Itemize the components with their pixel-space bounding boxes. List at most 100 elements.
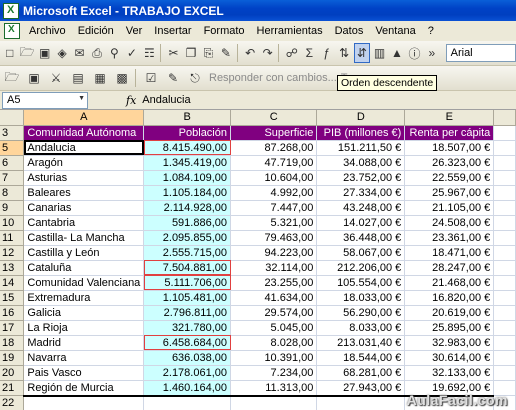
cell-comunidad[interactable]: Asturias: [23, 170, 145, 186]
cell-renta[interactable]: 21.105,00 €: [404, 200, 495, 216]
empty-cell[interactable]: [493, 275, 516, 291]
cell-superficie[interactable]: 94.223,00: [230, 245, 318, 261]
cell-superficie[interactable]: 5.045,00: [230, 320, 318, 336]
new-document-icon[interactable]: □: [2, 43, 17, 63]
function-icon[interactable]: fx: [126, 94, 136, 107]
column-header-a[interactable]: A: [23, 110, 145, 126]
share-icon[interactable]: ⎋: [185, 68, 205, 88]
header-cell-comunidad[interactable]: Comunidad Autónoma: [23, 125, 145, 141]
cell-renta[interactable]: 18.471,00 €: [404, 245, 495, 261]
cell-comunidad[interactable]: Pais Vasco: [23, 365, 145, 381]
cell-superficie[interactable]: 87.268,00: [230, 140, 318, 156]
drawing-icon[interactable]: ▲: [389, 43, 404, 63]
save-icon[interactable]: ▣: [37, 43, 52, 63]
cell-superficie[interactable]: 47.719,00: [230, 155, 318, 171]
empty-cell[interactable]: [493, 320, 516, 336]
menu-ayuda[interactable]: ?: [422, 25, 440, 37]
cell-renta[interactable]: 25.895,00 €: [404, 320, 495, 336]
sort-ascending-icon[interactable]: ⇅: [336, 43, 351, 63]
empty-cell[interactable]: [493, 335, 516, 351]
cell-pib[interactable]: 151.211,50 €: [316, 140, 406, 156]
cell-superficie[interactable]: 29.574,00: [230, 305, 318, 321]
cell-renta[interactable]: 26.323,00 €: [404, 155, 495, 171]
empty-cell[interactable]: [493, 260, 516, 276]
font-name-select[interactable]: Arial: [445, 44, 516, 62]
empty-cell[interactable]: [493, 230, 516, 246]
page-icon[interactable]: ▤: [68, 68, 88, 88]
empty-cell[interactable]: [493, 200, 516, 216]
menu-archivo[interactable]: Archivo: [23, 25, 72, 37]
chart-wizard-icon[interactable]: ▥: [372, 43, 387, 63]
cell-comunidad[interactable]: Madrid: [23, 335, 145, 351]
cell-poblacion[interactable]: 7.504.881,00: [143, 260, 231, 276]
cell-superficie[interactable]: 7.234,00: [230, 365, 318, 381]
cell-poblacion[interactable]: 2.178.061,00: [143, 365, 231, 381]
cell-poblacion[interactable]: [143, 395, 231, 410]
cell-superficie[interactable]: [230, 395, 318, 410]
cell-superficie[interactable]: 10.604,00: [230, 170, 318, 186]
cell-poblacion[interactable]: 636.038,00: [143, 350, 231, 366]
cell-poblacion[interactable]: 591.886,00: [143, 215, 231, 231]
cut-icon[interactable]: ✂: [166, 43, 181, 63]
cell-superficie[interactable]: 32.114,00: [230, 260, 318, 276]
empty-cell[interactable]: [493, 350, 516, 366]
row-header[interactable]: 21: [0, 380, 25, 396]
cell-poblacion[interactable]: 1.105.184,00: [143, 185, 231, 201]
name-box[interactable]: A5: [2, 91, 88, 109]
cell-superficie[interactable]: 11.313,00: [230, 380, 318, 397]
row-header[interactable]: 22: [0, 395, 25, 410]
empty-cell[interactable]: [493, 140, 516, 156]
cell-pib[interactable]: 18.544,00 €: [316, 350, 406, 366]
cell-renta[interactable]: 18.507,00 €: [404, 140, 495, 156]
cell-pib[interactable]: 56.290,00 €: [316, 305, 406, 321]
menu-edicion[interactable]: Edición: [72, 25, 120, 37]
format-painter-icon[interactable]: ✎: [218, 43, 233, 63]
cell-pib[interactable]: [316, 395, 406, 410]
cell-pib[interactable]: 34.088,00 €: [316, 155, 406, 171]
permission-icon[interactable]: ◈: [54, 43, 69, 63]
sort-descending-icon[interactable]: ⇵: [353, 43, 370, 63]
cell-comunidad[interactable]: Cantabria: [23, 215, 145, 231]
cell-renta[interactable]: 21.468,00 €: [404, 275, 495, 291]
row-header[interactable]: 15: [0, 290, 25, 306]
header-cell-renta[interactable]: Renta per cápita: [404, 125, 495, 141]
email-icon[interactable]: ✉: [72, 43, 87, 63]
row-header[interactable]: 8: [0, 185, 25, 201]
research-icon[interactable]: ☶: [142, 43, 157, 63]
cell-renta[interactable]: 16.820,00 €: [404, 290, 495, 306]
cell-pib[interactable]: 105.554,00 €: [316, 275, 406, 291]
print-icon[interactable]: ⎙: [89, 43, 104, 63]
menu-ver[interactable]: Ver: [120, 25, 149, 37]
cell-comunidad[interactable]: Región de Murcia: [23, 380, 145, 397]
cell-pib[interactable]: 68.281,00 €: [316, 365, 406, 381]
empty-cell[interactable]: [493, 170, 516, 186]
row-header[interactable]: 14: [0, 275, 25, 291]
cell-renta[interactable]: 32.983,00 €: [404, 335, 495, 351]
cell-pib[interactable]: 27.334,00 €: [316, 185, 406, 201]
select-all-corner[interactable]: [0, 110, 25, 126]
track-changes-icon[interactable]: ☑: [141, 68, 161, 88]
empty-cell[interactable]: [493, 215, 516, 231]
cell-comunidad[interactable]: Comunidad Valenciana: [23, 275, 145, 291]
menu-insertar[interactable]: Insertar: [148, 25, 197, 37]
cell-renta[interactable]: 28.247,00 €: [404, 260, 495, 276]
row-header[interactable]: 19: [0, 350, 25, 366]
function-icon[interactable]: ƒ: [319, 43, 334, 63]
cell-renta[interactable]: 20.619,00 €: [404, 305, 495, 321]
empty-cell[interactable]: [493, 305, 516, 321]
tab-icon[interactable]: ▦: [90, 68, 110, 88]
cell-pib[interactable]: 213.031,40 €: [316, 335, 406, 351]
cell-comunidad[interactable]: Castilla y León: [23, 245, 145, 261]
cell-superficie[interactable]: 79.463,00: [230, 230, 318, 246]
column-header-d[interactable]: D: [316, 110, 406, 126]
help-icon[interactable]: ⓘ: [407, 43, 422, 63]
menu-herramientas[interactable]: Herramientas: [251, 25, 329, 37]
cell-superficie[interactable]: 5.321,00: [230, 215, 318, 231]
open-icon[interactable]: 🗁: [2, 68, 22, 88]
cell-comunidad[interactable]: Castilla- La Mancha: [23, 230, 145, 246]
cell-superficie[interactable]: 41.634,00: [230, 290, 318, 306]
cell-comunidad[interactable]: Extremadura: [23, 290, 145, 306]
cell-poblacion[interactable]: 1.105.481,00: [143, 290, 231, 306]
menu-ventana[interactable]: Ventana: [369, 25, 421, 37]
cell-superficie[interactable]: 8.028,00: [230, 335, 318, 351]
